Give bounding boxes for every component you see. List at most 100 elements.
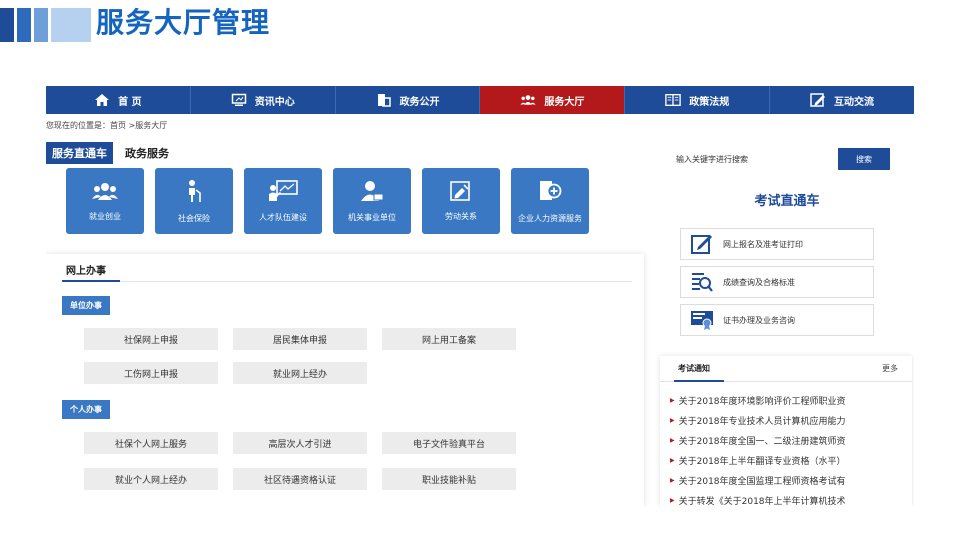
nav-label: 政策法规 [689,96,730,108]
header-bar [34,8,48,42]
search-list-icon [687,271,717,293]
tile-public-institutions[interactable]: 机关事业单位 [333,168,411,234]
nav-item-gov-open[interactable]: 政务公开 [336,86,481,114]
breadcrumb: 您现在的位置是：首页 >服务大厅 [46,121,168,130]
exam-notice-panel: 考试通知 更多 ▶ 关于2018年度环境影响评价工程师职业资 ▶ 关于2018年专业… [660,356,912,506]
tile-labor-relations[interactable]: 劳动关系 [422,168,500,234]
service-tiles: 就业创业 社会保险 人才队伍建设 机关事业单位 劳动关系 企业人力资源服务 [66,168,589,234]
tile-label: 就业创业 [89,211,121,221]
tile-employment[interactable]: 就业创业 [66,168,144,234]
service-button[interactable]: 就业个人网上经办 [84,468,218,490]
home-icon [94,93,110,107]
presentation-icon [268,179,298,206]
nav-label: 互动交流 [834,96,875,108]
notice-item[interactable]: ▶ 关于转发《关于2018年上半年计算机技术 [670,490,910,507]
people-icon [520,93,536,107]
service-button[interactable]: 社保网上申报 [84,328,218,350]
tile-label: 人才队伍建设 [259,212,307,222]
notice-item[interactable]: ▶ 关于2018年度全国一、二级注册建筑师资 [670,430,910,450]
nav-label: 首 页 [118,96,142,108]
slide-title: 服务大厅管理 [96,6,271,39]
nav-item-news[interactable]: 资讯中心 [191,86,336,114]
certificate-icon [687,309,717,331]
tab-service-express[interactable]: 服务直通车 [46,142,113,164]
tile-social-insurance[interactable]: 社会保险 [155,168,233,234]
edit-icon [810,93,826,107]
shield-plus-icon [537,179,563,207]
elderly-icon [183,179,205,207]
notice-text: 关于2018年度全国监理工程师资格考试有 [678,476,846,487]
online-services-panel: 网上办事 单位办事 社保网上申报 居民集体申报 网上用工备案 工伤网上申报 就业… [46,254,644,506]
service-button[interactable]: 社保个人网上服务 [84,432,218,454]
nav-item-interaction[interactable]: 互动交流 [770,86,914,114]
search-input[interactable]: 输入关键字进行搜索 [658,148,838,170]
user-badge-icon [360,180,384,206]
service-button[interactable]: 电子文件验真平台 [382,432,516,454]
notice-text: 关于2018年度全国一、二级注册建筑师资 [678,436,846,447]
header-bar [17,8,31,42]
header-decoration-bars [0,8,94,42]
category-personal-label: 个人办事 [62,400,110,419]
exam-link-registration[interactable]: 网上报名及准考证打印 [680,228,874,260]
tile-enterprise-hr[interactable]: 企业人力资源服务 [511,168,589,234]
monitor-icon [231,93,247,107]
nav-label: 资讯中心 [254,96,295,108]
slide: 服务大厅管理 首 页 资讯中心 政务公开 服务大厅 政策法规 互动交流 您现在的… [0,0,960,540]
title-underline [674,380,724,382]
document-icon [376,93,392,107]
service-button[interactable]: 就业网上经办 [233,362,367,384]
search-button[interactable]: 搜索 [838,148,890,170]
notice-text: 关于2018年专业技术人员计算机应用能力 [678,416,846,427]
tile-label: 机关事业单位 [348,212,396,222]
tile-talent-building[interactable]: 人才队伍建设 [244,168,322,234]
header-bar [51,8,91,42]
notice-item[interactable]: ▶ 关于2018年专业技术人员计算机应用能力 [670,410,910,430]
top-navigation: 首 页 资讯中心 政务公开 服务大厅 政策法规 互动交流 [46,86,914,114]
group-icon [92,181,118,205]
nav-label: 政务公开 [399,96,440,108]
header-bar [0,8,14,42]
service-button[interactable]: 职业技能补贴 [382,468,516,490]
notice-header: 考试通知 更多 [660,356,912,382]
service-button[interactable]: 社区待遇资格认证 [233,468,367,490]
nav-item-home[interactable]: 首 页 [46,86,191,114]
handshake-icon [450,180,472,205]
tile-label: 劳动关系 [445,211,477,221]
service-button[interactable]: 居民集体申报 [233,328,367,350]
notice-list: ▶ 关于2018年度环境影响评价工程师职业资 ▶ 关于2018年专业技术人员计算机应… [670,390,910,507]
service-tabs: 服务直通车 政务服务 [46,142,169,164]
exam-link-certificate[interactable]: 证书办理及业务咨询 [680,304,874,336]
notice-item[interactable]: ▶ 关于2018年度环境影响评价工程师职业资 [670,390,910,410]
tile-label: 社会保险 [178,213,210,223]
notice-text: 关于2018年上半年翻译专业资格（水平） [678,456,846,467]
bullet-icon: ▶ [670,396,675,404]
notice-title: 考试通知 [678,364,710,373]
notice-text: 关于2018年度环境影响评价工程师职业资 [678,396,846,407]
exam-link-label: 证书办理及业务咨询 [723,315,795,325]
service-button[interactable]: 高层次人才引进 [233,432,367,454]
service-button[interactable]: 网上用工备案 [382,328,516,350]
exam-link-score[interactable]: 成绩查询及合格标准 [680,266,874,298]
pen-icon [687,233,717,255]
panel-title: 网上办事 [66,266,106,277]
service-button[interactable]: 工伤网上申报 [84,362,218,384]
notice-item[interactable]: ▶ 关于2018年上半年翻译专业资格（水平） [670,450,910,470]
nav-item-policy[interactable]: 政策法规 [625,86,771,114]
title-underline [62,280,120,282]
bullet-icon: ▶ [670,456,675,464]
right-sidebar: 输入关键字进行搜索 搜索 考试直通车 网上报名及准考证打印 成绩查询及合格标准 [652,142,914,506]
book-icon [665,93,681,107]
tile-label: 企业人力资源服务 [518,213,582,223]
bullet-icon: ▶ [670,436,675,444]
more-link[interactable]: 更多 [882,363,898,374]
bullet-icon: ▶ [670,496,675,504]
exam-section-title: 考试直通车 [754,194,820,209]
nav-label: 服务大厅 [544,96,585,108]
tab-government-service[interactable]: 政务服务 [125,145,169,161]
divider [62,281,632,282]
bullet-icon: ▶ [670,416,675,424]
category-unit-label: 单位办事 [62,296,110,315]
nav-item-service-hall[interactable]: 服务大厅 [480,86,626,114]
notice-item[interactable]: ▶ 关于2018年度全国监理工程师资格考试有 [670,470,910,490]
notice-text: 关于转发《关于2018年上半年计算机技术 [678,496,846,507]
